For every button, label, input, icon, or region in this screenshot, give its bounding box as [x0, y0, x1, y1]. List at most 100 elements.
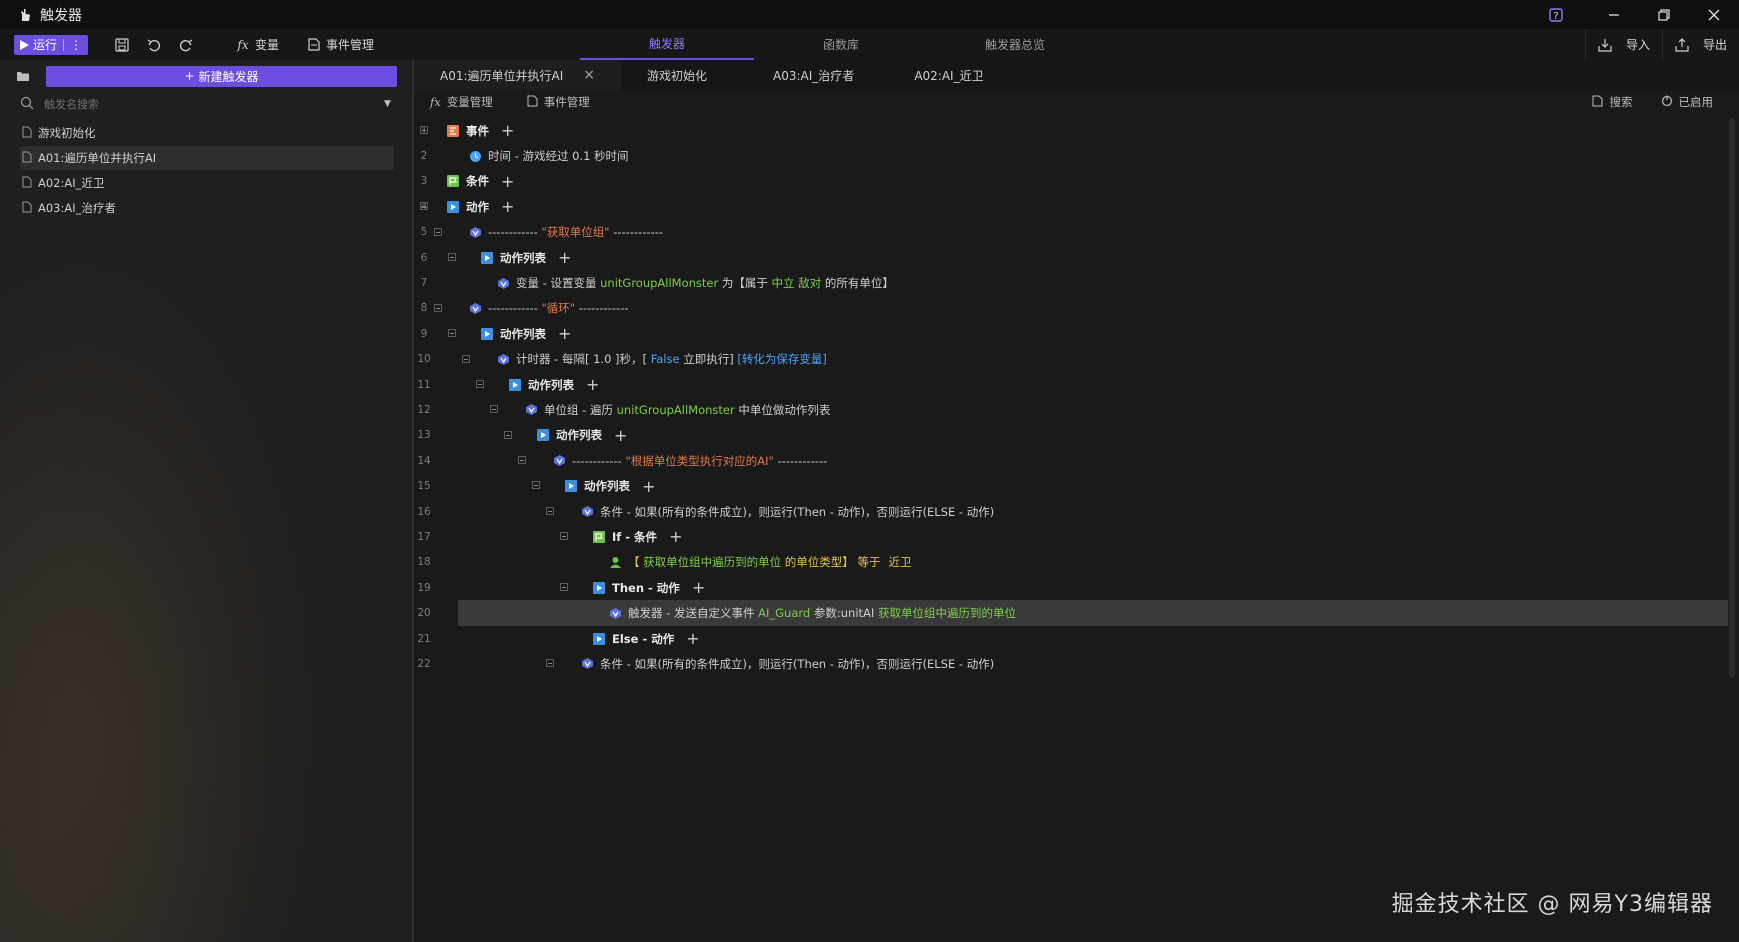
tab-a02[interactable]: A02:AI_近卫: [880, 60, 1009, 90]
event-manager-button[interactable]: 事件管理: [293, 29, 388, 60]
collapse-toggle-icon[interactable]: [434, 227, 442, 236]
collapse-toggle-icon[interactable]: [532, 481, 540, 490]
code-line[interactable]: 9 动作列表 +: [414, 321, 1739, 346]
code-node[interactable]: 动作列表 +: [480, 248, 571, 267]
code-line[interactable]: 3 条件 +: [414, 169, 1739, 194]
add-icon[interactable]: +: [501, 121, 514, 140]
collapse-toggle-icon[interactable]: [546, 506, 554, 515]
folder-icon[interactable]: [0, 60, 46, 92]
code-node[interactable]: 变量 - 设置变量 unitGroupAllMonster 为【属于 中立 敌对…: [496, 275, 894, 291]
collapse-toggle-icon[interactable]: [476, 379, 484, 388]
vertical-scrollbar[interactable]: [1729, 118, 1735, 678]
add-icon[interactable]: +: [686, 629, 699, 648]
collapse-toggle-icon[interactable]: [518, 456, 526, 465]
add-icon[interactable]: +: [586, 375, 599, 394]
collapse-toggle-icon[interactable]: [420, 126, 428, 134]
code-line[interactable]: 1 事件 +: [414, 118, 1739, 143]
code-node[interactable]: 触发器 - 发送自定义事件 AI_Guard 参数:unitAI 获取单位组中遍…: [608, 605, 1016, 621]
run-options-icon[interactable]: ⋮: [70, 38, 82, 52]
code-node[interactable]: 动作列表 +: [508, 375, 599, 394]
code-line[interactable]: 16 条件 - 如果(所有的条件成立)，则运行(Then - 动作)，否则运行(E…: [414, 499, 1739, 524]
import-button[interactable]: 导入: [1584, 29, 1662, 60]
code-line[interactable]: 19 Then - 动作 +: [414, 575, 1739, 600]
code-node[interactable]: 动作列表 +: [564, 477, 655, 496]
add-icon[interactable]: +: [614, 426, 627, 445]
code-line[interactable]: 2 时间 - 游戏经过 0.1 秒时间: [414, 143, 1739, 168]
minimize-button[interactable]: [1589, 0, 1639, 29]
event-manager-button-sub[interactable]: 事件管理: [527, 94, 590, 110]
code-node[interactable]: Then - 动作 +: [592, 578, 705, 597]
code-line[interactable]: 18 【 获取单位组中遍历到的单位 的单位类型】 等于 近卫: [414, 550, 1739, 575]
code-node[interactable]: 条件 +: [446, 172, 514, 191]
code-node[interactable]: 条件 - 如果(所有的条件成立)，则运行(Then - 动作)，否则运行(ELS…: [580, 656, 994, 672]
help-icon[interactable]: ?: [1545, 0, 1567, 29]
code-line[interactable]: 4 动作 +: [414, 194, 1739, 219]
code-node[interactable]: ------------ "循环" ------------: [468, 300, 629, 316]
code-line[interactable]: 8 ------------ "循环" ------------: [414, 296, 1739, 321]
undo-icon[interactable]: [138, 29, 170, 60]
code-line[interactable]: 12 单位组 - 遍历 unitGroupAllMonster 中单位做动作列表: [414, 397, 1739, 422]
code-node[interactable]: 【 获取单位组中遍历到的单位 的单位类型】 等于 近卫: [608, 554, 911, 570]
tab-triggers[interactable]: 触发器: [580, 29, 754, 60]
variable-manager-button[interactable]: fx 变量管理: [430, 94, 493, 110]
close-icon[interactable]: ×: [583, 67, 595, 83]
sidebar-item-a01[interactable]: A01:遍历单位并执行AI: [20, 146, 394, 170]
code-node[interactable]: 动作 +: [446, 197, 514, 216]
code-node[interactable]: Else - 动作 +: [592, 629, 700, 648]
restore-button[interactable]: [1639, 0, 1689, 29]
code-line[interactable]: 5 ------------ "获取单位组" ------------: [414, 220, 1739, 245]
code-node[interactable]: 条件 - 如果(所有的条件成立)，则运行(Then - 动作)，否则运行(ELS…: [580, 504, 994, 520]
collapse-toggle-icon[interactable]: [560, 583, 568, 592]
code-line[interactable]: 20 触发器 - 发送自定义事件 AI_Guard 参数:unitAI 获取单位组…: [417, 600, 1728, 626]
code-node[interactable]: ------------ "获取单位组" ------------: [468, 224, 663, 240]
save-icon[interactable]: [106, 29, 138, 60]
collapse-toggle-icon[interactable]: [560, 532, 568, 541]
add-icon[interactable]: +: [558, 324, 571, 343]
tab-a03[interactable]: A03:AI_治疗者: [733, 60, 880, 90]
code-line[interactable]: 14 ------------ "根据单位类型执行对应的AI" ---------…: [414, 448, 1739, 473]
code-node[interactable]: 事件 +: [446, 121, 514, 140]
enabled-toggle[interactable]: 已启用: [1661, 94, 1713, 110]
close-window-button[interactable]: [1689, 0, 1739, 29]
run-button[interactable]: 运行 ⋮: [14, 34, 89, 55]
add-icon[interactable]: +: [669, 527, 682, 546]
code-line[interactable]: 11 动作列表 +: [414, 372, 1739, 397]
collapse-toggle-icon[interactable]: [420, 202, 428, 211]
code-node[interactable]: 时间 - 游戏经过 0.1 秒时间: [468, 148, 629, 164]
sidebar-item-game-init[interactable]: 游戏初始化: [20, 121, 394, 145]
new-trigger-button[interactable]: + 新建触发器: [46, 65, 397, 87]
tab-a01[interactable]: A01:遍历单位并执行AI ×: [414, 60, 622, 90]
add-icon[interactable]: +: [501, 172, 514, 191]
code-line[interactable]: 15 动作列表 +: [414, 473, 1739, 498]
redo-icon[interactable]: [170, 29, 202, 60]
collapse-toggle-icon[interactable]: [434, 303, 442, 312]
export-button[interactable]: 导出: [1661, 29, 1739, 60]
tab-trigger-overview[interactable]: 触发器总览: [928, 29, 1102, 60]
code-line[interactable]: 17 If - 条件 +: [414, 524, 1739, 549]
collapse-toggle-icon[interactable]: [448, 329, 456, 338]
add-icon[interactable]: +: [642, 477, 655, 496]
code-line[interactable]: 10 计时器 - 每隔[ 1.0 ]秒，[ False 立即执行] [转化为保存变…: [414, 347, 1739, 372]
collapse-toggle-icon[interactable]: [504, 430, 512, 439]
sidebar-item-a02[interactable]: A02:AI_近卫: [20, 171, 394, 195]
collapse-toggle-icon[interactable]: [546, 659, 554, 668]
code-node[interactable]: 单位组 - 遍历 unitGroupAllMonster 中单位做动作列表: [524, 402, 830, 418]
code-node[interactable]: 计时器 - 每隔[ 1.0 ]秒，[ False 立即执行] [转化为保存变量]: [496, 351, 827, 367]
code-node[interactable]: 动作列表 +: [536, 426, 627, 445]
trigger-search-input[interactable]: [42, 96, 366, 112]
code-node[interactable]: ------------ "根据单位类型执行对应的AI" -----------…: [552, 453, 827, 469]
tab-game-init[interactable]: 游戏初始化: [621, 60, 733, 90]
code-line[interactable]: 7 变量 - 设置变量 unitGroupAllMonster 为【属于 中立 敌…: [414, 270, 1739, 295]
code-line[interactable]: 13 动作列表 +: [414, 423, 1739, 448]
code-node[interactable]: 动作列表 +: [480, 324, 571, 343]
tab-function-library[interactable]: 函数库: [754, 29, 928, 60]
variables-button[interactable]: fx 变量: [222, 29, 293, 60]
collapse-toggle-icon[interactable]: [490, 405, 498, 414]
sidebar-item-a03[interactable]: A03:AI_治疗者: [20, 196, 394, 220]
collapse-toggle-icon[interactable]: [448, 252, 456, 261]
code-line[interactable]: 22 条件 - 如果(所有的条件成立)，则运行(Then - 动作)，否则运行(E…: [414, 651, 1739, 676]
code-line[interactable]: 21 Else - 动作 +: [414, 626, 1739, 651]
add-icon[interactable]: +: [692, 578, 705, 597]
chevron-down-icon[interactable]: ▼: [384, 99, 391, 109]
collapse-toggle-icon[interactable]: [462, 354, 470, 363]
